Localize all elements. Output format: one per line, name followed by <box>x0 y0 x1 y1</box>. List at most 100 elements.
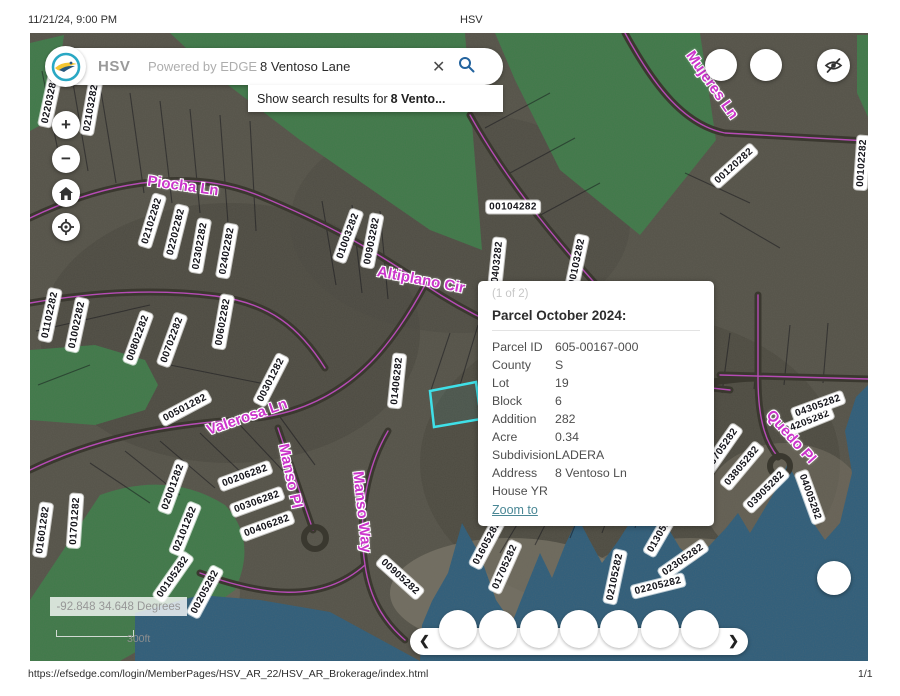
parcel-number-label: 00206282 <box>218 461 273 492</box>
search-suggestion-item[interactable]: Show search results for 8 Vento... <box>248 85 503 112</box>
parcel-number-label: 00905282 <box>376 554 425 600</box>
parcel-number-label: 00602282 <box>212 294 234 349</box>
popup-row-value: S <box>555 356 700 374</box>
popup-row-label: Subdivision <box>492 446 555 464</box>
popup-row-label: Block <box>492 392 555 410</box>
parcel-number-label: 02302282 <box>189 218 211 273</box>
parcel-number-label: 02205282 <box>630 573 685 599</box>
toolbar-circle-button[interactable] <box>520 610 558 648</box>
popup-row: Parcel ID605-00167-000 <box>492 338 700 356</box>
toolbar-circle-button[interactable] <box>641 610 679 648</box>
layer-visibility-button[interactable] <box>817 49 850 82</box>
home-icon <box>59 187 73 200</box>
zoom-in-button[interactable]: + <box>52 111 80 139</box>
popup-row: Lot19 <box>492 374 700 392</box>
popup-row-value: 19 <box>555 374 700 392</box>
search-icon[interactable] <box>458 56 475 78</box>
popup-row-label: Parcel ID <box>492 338 555 356</box>
popup-row: Block6 <box>492 392 700 410</box>
popup-row: Acre0.34 <box>492 428 700 446</box>
map-canvas[interactable]: 0220328202103282021022820220228202302282… <box>30 33 868 661</box>
locate-icon <box>58 219 74 235</box>
parcel-number-label: 02202282 <box>163 204 189 259</box>
hsv-logo-icon <box>51 52 81 82</box>
popup-row-value: 6 <box>555 392 700 410</box>
popup-row-value: 8 Ventoso Ln <box>555 464 700 482</box>
popup-attribute-table: Parcel ID605-00167-000CountySLot19Block6… <box>492 338 700 500</box>
popup-row: Address8 Ventoso Ln <box>492 464 700 482</box>
map-labels-layer: 0220328202103282021022820220228202302282… <box>30 33 868 661</box>
popup-row-value: 605-00167-000 <box>555 338 700 356</box>
popup-row-label: Addition <box>492 410 555 428</box>
street-name-label: Manso Way <box>349 470 374 553</box>
parcel-number-label: 01705282 <box>488 540 522 594</box>
print-title: HSV <box>460 14 483 26</box>
parcel-number-label: 01601282 <box>33 503 53 558</box>
popup-row-label: House YR <box>492 482 555 500</box>
popup-row: CountyS <box>492 356 700 374</box>
toolbar-circle-button[interactable] <box>439 610 477 648</box>
parcel-number-label: 01102282 <box>38 288 62 343</box>
parcel-number-label: 01406282 <box>388 354 407 409</box>
parcel-number-label: 00306282 <box>230 487 285 518</box>
app-name: HSV <box>98 58 130 75</box>
popup-row-label: County <box>492 356 555 374</box>
scale-bar <box>56 630 134 637</box>
toolbar-circle-button[interactable] <box>681 610 719 648</box>
parcel-number-label: 02103282 <box>80 80 102 135</box>
parcel-number-label: 02102282 <box>138 193 166 248</box>
parcel-number-label: 02001282 <box>158 460 189 515</box>
minus-icon: − <box>61 149 71 169</box>
print-preview-page: 11/21/24, 9:00 PM HSV https://efsedge.co… <box>0 0 900 696</box>
parcel-number-label: 01701282 <box>67 494 84 548</box>
parcel-number-label: 02105282 <box>603 549 627 604</box>
search-input[interactable]: 8 Ventoso Lane <box>260 59 350 74</box>
popup-row-label: Lot <box>492 374 555 392</box>
popup-row: House YR <box>492 482 700 500</box>
parcel-number-label: 00205282 <box>187 565 224 619</box>
suggestion-term: 8 Vento... <box>391 92 446 106</box>
scale-label: 300ft <box>127 633 150 645</box>
parcel-number-label: 00105282 <box>152 551 193 602</box>
parcel-number-label: 03905282 <box>742 466 789 513</box>
zoom-out-button[interactable]: − <box>52 145 80 173</box>
popup-row-label: Address <box>492 464 555 482</box>
parcel-number-label: 02402282 <box>216 223 238 278</box>
parcel-number-label: 01003282 <box>333 209 364 264</box>
search-bar[interactable]: HSV Powered by EDGE 8 Ventoso Lane ✕ <box>48 48 503 85</box>
print-page-number: 1/1 <box>858 668 873 680</box>
print-url: https://efsedge.com/login/MemberPages/HS… <box>28 668 428 680</box>
popup-title: Parcel October 2024: <box>492 308 700 331</box>
toolbar-prev-chevron[interactable]: ❮ <box>419 633 430 649</box>
eye-off-icon <box>824 57 843 74</box>
floating-action-circle[interactable] <box>817 561 851 595</box>
popup-row-value: LADERA <box>555 446 700 464</box>
coordinates-readout: -92.848 34.648 Degrees <box>50 597 187 616</box>
popup-row-value: 282 <box>555 410 700 428</box>
clear-search-icon[interactable]: ✕ <box>432 57 445 77</box>
toolbar-circle-button[interactable] <box>600 610 638 648</box>
powered-by-label: Powered by EDGE <box>148 59 257 74</box>
parcel-number-label: 00120282 <box>710 143 759 189</box>
parcel-number-label: 00501282 <box>158 390 212 427</box>
print-timestamp: 11/21/24, 9:00 PM <box>28 14 117 26</box>
home-button[interactable] <box>52 179 80 207</box>
parcel-number-label: 00702282 <box>157 313 188 368</box>
parcel-number-label: 04005282 <box>795 470 826 525</box>
suggestion-prefix: Show search results for <box>257 92 388 106</box>
zoom-to-link[interactable]: Zoom to <box>492 503 538 517</box>
street-name-label: Valerosa Ln <box>204 395 289 438</box>
popup-row: SubdivisionLADERA <box>492 446 700 464</box>
popup-row-value <box>555 482 700 500</box>
toolbar-circle-blank-2[interactable] <box>750 49 782 81</box>
parcel-number-label: 00802282 <box>123 311 154 366</box>
parcel-info-popup: (1 of 2) Parcel October 2024: Parcel ID6… <box>478 281 714 526</box>
toolbar-circle-button[interactable] <box>560 610 598 648</box>
toolbar-next-chevron[interactable]: ❯ <box>728 633 739 649</box>
parcel-number-label: 01002282 <box>65 297 89 352</box>
locate-button[interactable] <box>52 213 80 241</box>
parcel-number-label: 02101282 <box>169 502 201 557</box>
street-name-label: Altiplano Cir <box>376 263 467 297</box>
toolbar-circle-blank-1[interactable] <box>705 49 737 81</box>
parcel-number-label: 00406282 <box>240 511 295 542</box>
